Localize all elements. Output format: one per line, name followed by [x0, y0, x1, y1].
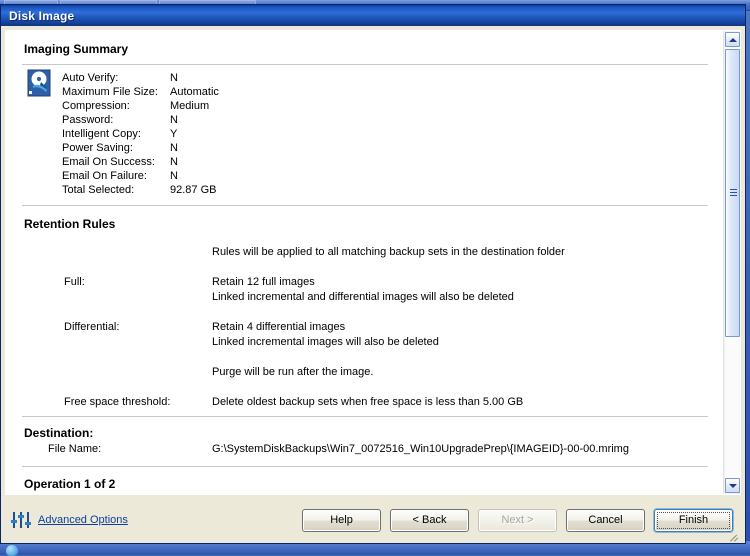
scrollbar-thumb[interactable]	[725, 49, 740, 337]
table-row: Maximum File Size: Automatic	[22, 85, 708, 99]
row-label: Intelligent Copy:	[62, 128, 141, 140]
summary-panel: Imaging Summary Auto Verify: N Maximum F…	[5, 30, 741, 495]
retention-intro-label	[22, 245, 212, 260]
table-row: Email On Failure: N	[22, 169, 708, 183]
scrollbar-grip-icon	[730, 189, 737, 197]
next-button: Next >	[478, 508, 557, 532]
retention-full-line1: Retain 12 full images	[212, 276, 315, 288]
retention-intro-row: Rules will be applied to all matching ba…	[22, 245, 708, 260]
row-label: Total Selected:	[62, 184, 135, 196]
retention-purge-text: Purge will be run after the image.	[212, 366, 374, 378]
row-value: Y	[170, 128, 178, 140]
table-row: Hard Disk: 2	[22, 493, 708, 494]
row-label: Power Saving:	[62, 142, 133, 154]
table-row: Total Selected: 92.87 GB	[22, 183, 708, 197]
window-title: Disk Image	[9, 8, 75, 23]
retention-freespace-label: Free space threshold:	[64, 396, 171, 408]
scroll-up-glyph	[728, 37, 737, 42]
destination-filename-label: File Name:	[48, 443, 102, 455]
retention-intro-text: Rules will be applied to all matching ba…	[212, 246, 565, 258]
row-value: N	[170, 72, 178, 84]
desktop-background: Disk Image Imaging Summary Auto Verify: …	[0, 0, 750, 556]
destination-heading: Destination:	[24, 426, 94, 440]
row-value: N	[170, 142, 178, 154]
retention-differential-label: Differential:	[64, 321, 120, 333]
retention-differential-value: Retain 4 differential images Linked incr…	[212, 320, 708, 350]
advanced-options-label: Advanced Options	[38, 514, 128, 526]
imaging-summary-heading: Imaging Summary	[24, 42, 129, 56]
scroll-down-arrow-icon[interactable]	[725, 478, 740, 493]
retention-full-line2: Linked incremental and differential imag…	[212, 291, 514, 303]
table-row: Auto Verify: N	[22, 71, 708, 85]
retention-differential-row: Differential: Retain 4 differential imag…	[22, 320, 708, 350]
row-value: N	[170, 156, 178, 168]
destination-filename-value: G:\SystemDiskBackups\Win7_0072516_Win10U…	[212, 443, 629, 455]
help-button[interactable]: Help	[302, 508, 381, 532]
disk-image-icon	[26, 69, 54, 97]
advanced-options-link[interactable]: Advanced Options	[11, 511, 128, 529]
title-bar: Disk Image	[1, 5, 745, 26]
sliders-icon	[11, 511, 31, 529]
table-row: Password: N	[22, 113, 708, 127]
row-value: N	[170, 170, 178, 182]
row-value: Medium	[170, 100, 210, 112]
retention-full-value: Retain 12 full images Linked incremental…	[212, 275, 708, 305]
table-row: Intelligent Copy: Y	[22, 127, 708, 141]
vertical-scrollbar[interactable]	[723, 31, 740, 494]
row-label: Email On Success:	[62, 156, 155, 168]
retention-differential-line2: Linked incremental images will also be d…	[212, 336, 439, 348]
retention-purge-row: Purge will be run after the image.	[22, 365, 708, 380]
row-value: N	[170, 114, 178, 126]
summary-content: Imaging Summary Auto Verify: N Maximum F…	[6, 31, 720, 494]
table-row: Compression: Medium	[22, 99, 708, 113]
operation-row-label: Hard Disk:	[22, 493, 170, 494]
row-label: Email On Failure:	[62, 170, 147, 182]
retention-rules-heading: Retention Rules	[24, 217, 116, 231]
operation-row-value: 2	[170, 493, 176, 494]
retention-purge-label	[22, 365, 212, 380]
row-label: Compression:	[62, 100, 130, 112]
retention-differential-line1: Retain 4 differential images	[212, 321, 346, 333]
retention-full-label: Full:	[64, 276, 85, 288]
retention-full-row: Full: Retain 12 full images Linked incre…	[22, 275, 708, 305]
scroll-up-arrow-icon[interactable]	[725, 32, 740, 47]
imaging-summary-rows: Auto Verify: N Maximum File Size: Automa…	[22, 65, 708, 205]
scroll-down-glyph	[728, 483, 737, 488]
finish-button[interactable]: Finish	[654, 508, 733, 532]
operation-heading: Operation 1 of 2	[24, 477, 116, 491]
table-row: Power Saving: N	[22, 141, 708, 155]
footer-buttons: Help < Back Next > Cancel Finish	[302, 508, 733, 532]
back-button[interactable]: < Back	[390, 508, 469, 532]
retention-freespace-value: Delete oldest backup sets when free spac…	[212, 396, 524, 408]
table-row: Email On Success: N	[22, 155, 708, 169]
taskbar-orb-icon	[6, 545, 18, 556]
destination-filename-row: File Name: G:\SystemDiskBackups\Win7_007…	[22, 442, 708, 466]
retention-rules-body: Rules will be applied to all matching ba…	[22, 239, 708, 416]
dialog-footer: Advanced Options Help < Back Next > Canc…	[5, 497, 741, 543]
row-value: Automatic	[170, 86, 219, 98]
row-value: 92.87 GB	[170, 184, 217, 196]
disk-image-dialog: Disk Image Imaging Summary Auto Verify: …	[0, 4, 746, 544]
dialog-body: Imaging Summary Auto Verify: N Maximum F…	[1, 26, 745, 543]
retention-freespace-row: Free space threshold: Delete oldest back…	[22, 395, 708, 410]
row-label: Password:	[62, 114, 114, 126]
resize-grip-icon[interactable]	[726, 529, 739, 542]
cancel-button[interactable]: Cancel	[566, 508, 645, 532]
